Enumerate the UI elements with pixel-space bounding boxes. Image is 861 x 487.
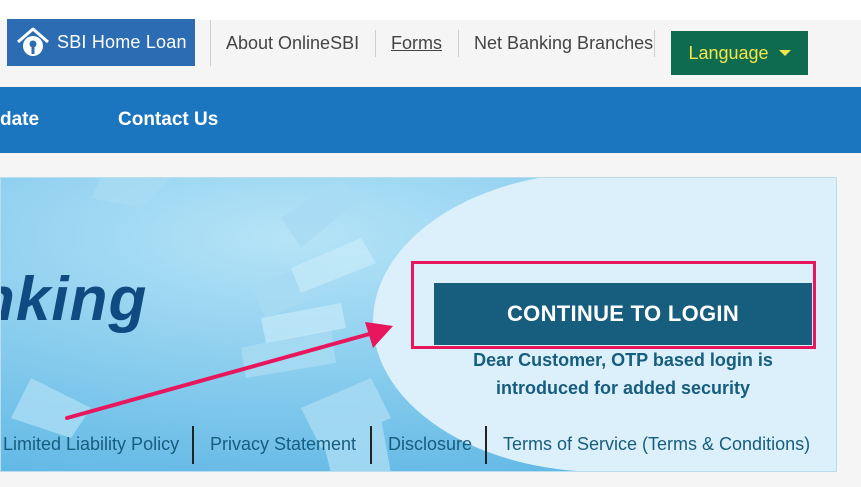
divider — [370, 426, 372, 464]
link-net-banking-branches[interactable]: Net Banking Branches — [474, 33, 653, 54]
link-forms[interactable]: Forms — [391, 33, 442, 54]
link-disclosure[interactable]: Disclosure — [388, 434, 472, 455]
main-nav: date Contact Us — [0, 87, 861, 153]
divider — [192, 426, 194, 464]
link-privacy-statement[interactable]: Privacy Statement — [210, 434, 356, 455]
otp-notice-line2: introduced for added security — [495, 378, 751, 398]
divider — [210, 20, 211, 66]
banking-heading: nking — [1, 265, 148, 334]
language-dropdown-button[interactable]: Language — [671, 31, 808, 75]
login-banner: nking CONTINUE TO LOGIN Dear Customer, O… — [0, 177, 837, 472]
divider — [458, 30, 459, 57]
divider — [654, 30, 655, 57]
top-header: SBI Home Loan About OnlineSBI Forms Net … — [0, 0, 861, 87]
divider — [485, 426, 487, 464]
otp-notice: Dear Customer, OTP based login is introd… — [434, 346, 812, 402]
logo-text: SBI Home Loan — [57, 32, 187, 52]
sbi-house-keyhole-icon — [17, 27, 49, 56]
language-label: Language — [688, 42, 769, 63]
caret-down-icon — [778, 50, 791, 56]
top-strip — [0, 0, 861, 20]
link-about-onlinesbi[interactable]: About OnlineSBI — [226, 33, 359, 54]
nav-item-contact-us[interactable]: Contact Us — [118, 109, 218, 131]
continue-to-login-button[interactable]: CONTINUE TO LOGIN — [434, 283, 812, 345]
divider — [375, 30, 376, 57]
link-terms-of-service[interactable]: Terms of Service (Terms & Conditions) — [503, 434, 810, 455]
link-limited-liability-policy[interactable]: Limited Liability Policy — [3, 434, 179, 455]
otp-notice-line1: Dear Customer, OTP based login is — [473, 350, 773, 370]
sbi-home-loan-logo[interactable]: SBI Home Loan — [7, 19, 195, 66]
nav-item-update[interactable]: date — [0, 109, 39, 131]
